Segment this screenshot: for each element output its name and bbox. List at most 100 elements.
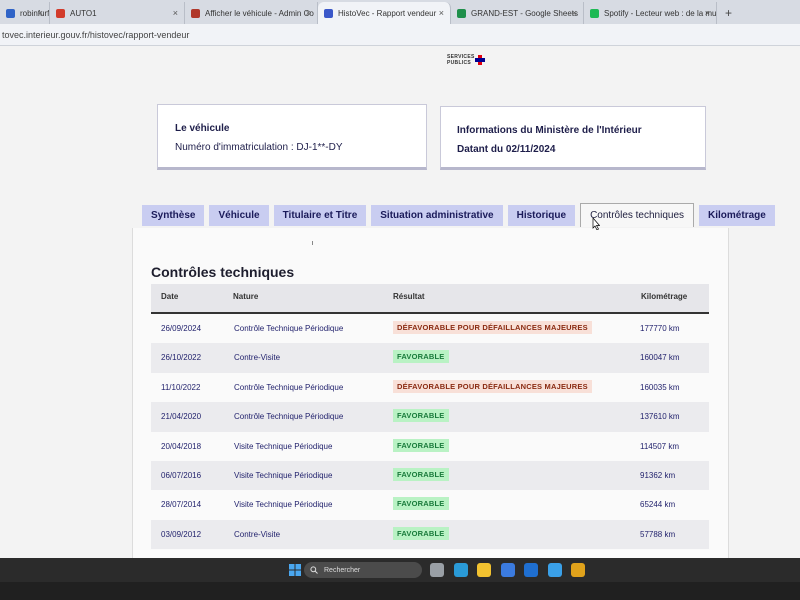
favicon-icon	[590, 8, 599, 18]
table-body: 26/09/2024 Contrôle Technique Périodique D…	[151, 314, 709, 550]
cell-km: 160047 km	[640, 353, 680, 363]
page-content: SERVICES PUBLICS Le véhicule Numéro d'im…	[0, 46, 800, 558]
browser-tab-label: Afficher le véhicule - Admin Co	[205, 8, 314, 18]
browser-tab[interactable]: Spotify - Lecteur web : de la mu ×	[584, 2, 717, 24]
tab-kilometrage[interactable]: Kilométrage	[699, 205, 775, 226]
cell-km: 65244 km	[640, 500, 676, 510]
vehicle-card-title: Le véhicule	[175, 123, 230, 134]
close-tab-icon[interactable]: ×	[439, 8, 444, 18]
cell-km: 114507 km	[640, 441, 679, 451]
windows-start-icon[interactable]	[288, 563, 302, 577]
cell-nature: Contre-Visite	[234, 529, 281, 539]
cell-nature: Contrôle Technique Périodique	[234, 324, 344, 333]
browser-tab-strip: robinfurfo×AUTO1×Afficher le véhicule - …	[0, 0, 800, 24]
table-row: 03/09/2012 Contre-Visite FAVORABLE 57788 km	[151, 519, 709, 550]
file-explorer-icon[interactable]	[477, 563, 491, 577]
close-tab-icon[interactable]: ×	[173, 8, 178, 18]
chrome-icon[interactable]	[571, 563, 585, 577]
favicon-icon	[457, 8, 466, 18]
browser-tab-label: GRAND-EST - Google Sheets	[471, 8, 579, 18]
vehicle-card: Le véhicule Numéro d'immatriculation : D…	[157, 104, 427, 170]
header-date: Date	[161, 292, 179, 301]
browser-tab[interactable]: Afficher le véhicule - Admin Co ×	[185, 2, 318, 24]
browser-tab[interactable]: HistoVec - Rapport vendeur ×	[318, 2, 451, 24]
browser-tab-label: HistoVec - Rapport vendeur	[338, 8, 437, 18]
cell-date: 06/07/2016	[161, 470, 202, 480]
cell-km: 177770 km	[640, 324, 680, 333]
header-nature: Nature	[233, 292, 259, 301]
table-row: 11/10/2022 Contrôle Technique Périodique D…	[151, 373, 709, 402]
cell-date: 11/10/2022	[161, 382, 201, 392]
taskbar-search[interactable]: Rechercher	[304, 562, 422, 578]
mouse-cursor-icon	[592, 218, 600, 230]
status-badge: FAVORABLE	[393, 467, 449, 481]
browser-tab-label: AUTO1	[70, 8, 97, 18]
favicon-icon	[191, 8, 200, 18]
inspections-table: Date Nature Résultat Kilométrage 26/09/2…	[151, 284, 709, 550]
cell-nature: Visite Technique Périodique	[234, 441, 333, 451]
cell-nature: Contrôle Technique Périodique	[234, 382, 344, 392]
cell-km: 137610 km	[640, 412, 680, 422]
browser-tab[interactable]: AUTO1 ×	[50, 2, 185, 24]
cell-nature: Visite Technique Périodique	[234, 470, 333, 480]
task-view-icon[interactable]	[430, 563, 444, 577]
store-icon[interactable]	[500, 563, 515, 577]
table-row: 26/10/2022 Contre-Visite FAVORABLE 160047 k…	[151, 343, 709, 373]
close-tab-icon[interactable]: ×	[705, 8, 710, 18]
table-row: 21/04/2020 Contrôle Technique Périodique F…	[151, 402, 709, 432]
logo-line2: PUBLICS	[447, 60, 472, 66]
url-text[interactable]: tovec.interieur.gouv.fr/histovec/rapport…	[2, 30, 189, 40]
outlook-icon[interactable]	[524, 563, 538, 577]
tab-titulaire-et-titre[interactable]: Titulaire et Titre	[273, 205, 367, 226]
data-date: Datant du 02/11/2024	[457, 144, 556, 155]
close-tab-icon[interactable]: ×	[572, 8, 577, 18]
table-row: 06/07/2016 Visite Technique Périodique FAV…	[151, 460, 709, 491]
search-icon	[310, 566, 318, 574]
browser-tab[interactable]: GRAND-EST - Google Sheets ×	[451, 2, 584, 24]
cell-nature: Visite Technique Périodique	[234, 500, 333, 510]
table-row: 26/09/2024 Contrôle Technique Périodique D…	[151, 314, 709, 343]
browser-tab-label: Spotify - Lecteur web : de la mu	[604, 8, 717, 18]
windows-taskbar: Rechercher	[0, 558, 800, 600]
section-title: Contrôles techniques	[151, 264, 295, 280]
cell-date: 26/10/2022	[161, 353, 202, 363]
cell-date: 21/04/2020	[161, 412, 202, 422]
ministere-card: Informations du Ministère de l'Intérieur…	[440, 106, 706, 170]
table-row: 20/04/2018 Visite Technique Périodique FAV…	[151, 432, 709, 461]
status-badge: FAVORABLE	[393, 438, 449, 452]
section-tabs: Synthèse Véhicule Titulaire et Titre Situat…	[142, 203, 775, 227]
status-badge: DÉFAVORABLE POUR DÉFAILLANCES MAJEURES	[393, 321, 592, 334]
cell-date: 28/07/2014	[161, 500, 202, 510]
status-badge: FAVORABLE	[393, 526, 449, 540]
cell-date: 03/09/2012	[161, 529, 202, 539]
header-result: Résultat	[393, 292, 425, 301]
status-badge: DÉFAVORABLE POUR DÉFAILLANCES MAJEURES	[393, 379, 592, 393]
favicon-icon	[6, 8, 15, 18]
divider	[312, 241, 313, 245]
header-km: Kilométrage	[641, 292, 688, 301]
news-icon[interactable]	[547, 563, 562, 577]
edge-icon[interactable]	[453, 563, 468, 577]
tab-situation-administrative[interactable]: Situation administrative	[371, 205, 503, 226]
close-tab-icon[interactable]: ×	[306, 8, 311, 18]
search-placeholder: Rechercher	[324, 566, 361, 574]
cell-date: 26/09/2024	[161, 324, 202, 333]
registration-number: Numéro d'immatriculation : DJ-1**-DY	[175, 142, 343, 153]
tab-vehicule[interactable]: Véhicule	[209, 205, 269, 226]
browser-tab[interactable]: robinfurfo×	[0, 2, 50, 24]
tab-synthese[interactable]: Synthèse	[142, 205, 205, 226]
new-tab-button[interactable]: +	[717, 2, 740, 24]
services-publics-logo: SERVICES PUBLICS	[447, 54, 485, 66]
cell-km: 57788 km	[640, 529, 676, 539]
tab-historique[interactable]: Historique	[507, 205, 576, 226]
address-bar[interactable]: tovec.interieur.gouv.fr/histovec/rapport…	[0, 24, 800, 46]
taskbar-bar: Rechercher	[0, 558, 800, 582]
table-header: Date Nature Résultat Kilométrage	[151, 284, 709, 314]
ministere-card-title: Informations du Ministère de l'Intérieur	[457, 125, 642, 136]
close-tab-icon[interactable]: ×	[38, 8, 43, 18]
browser-tab-label: robinfurfo	[20, 8, 50, 18]
status-badge: FAVORABLE	[393, 409, 449, 423]
plus-icon	[475, 55, 485, 65]
cell-nature: Contre-Visite	[234, 353, 281, 363]
favicon-icon	[324, 8, 333, 18]
